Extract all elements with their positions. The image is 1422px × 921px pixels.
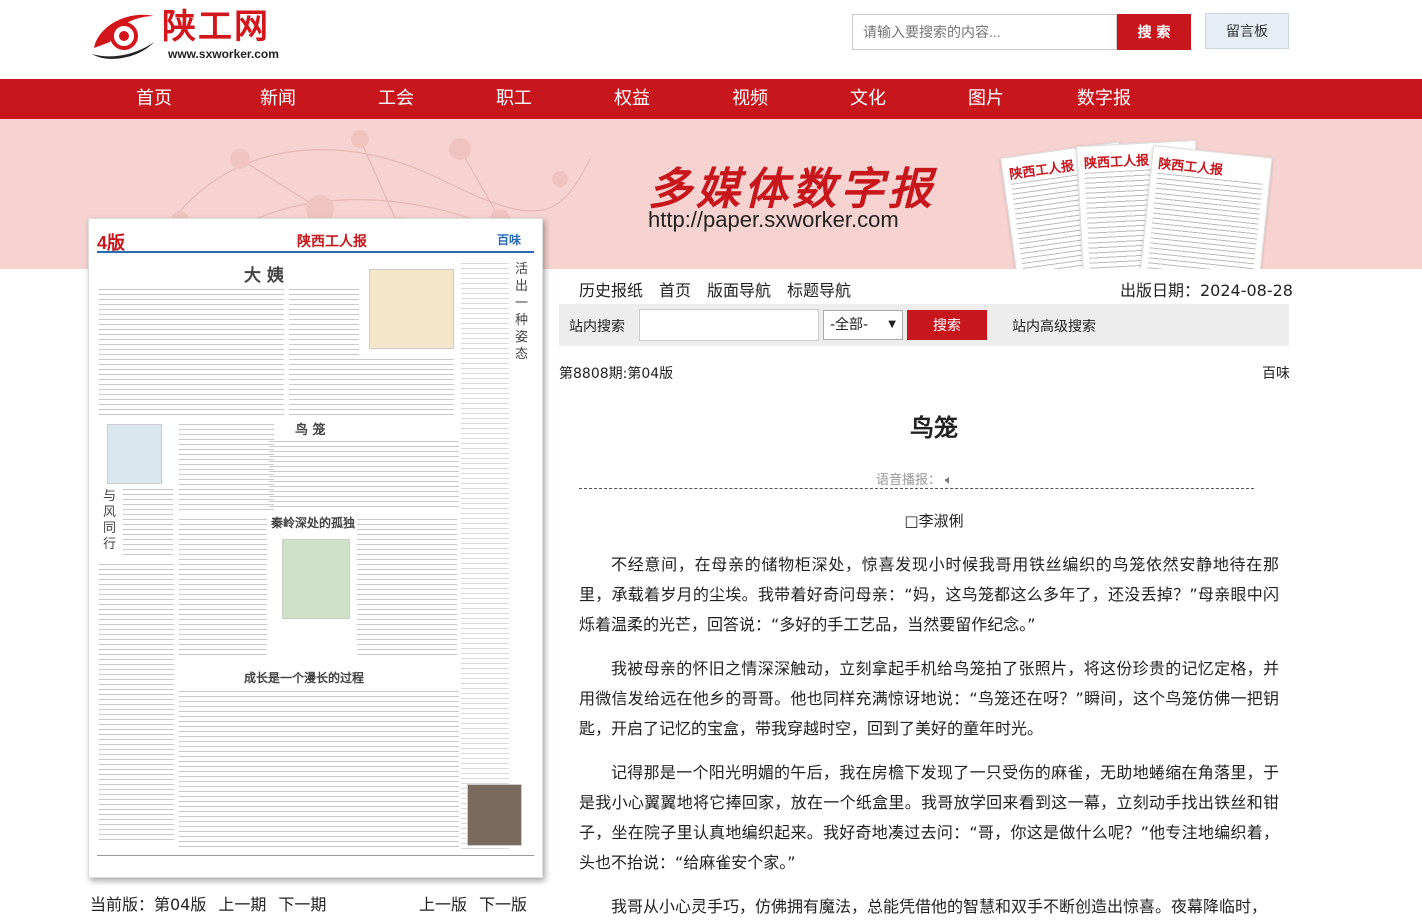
np-text-block [99, 564, 174, 844]
article-paragraph: 我哥从小心灵手巧，仿佛拥有魔法，总能凭借他的智慧和双手不断创造出惊喜。夜幕降临时… [611, 897, 1268, 916]
np-text-block [179, 424, 274, 514]
column-label: 百味 [1262, 366, 1290, 382]
article-author: □李淑俐 [904, 512, 964, 530]
nav-item-culture[interactable]: 文化 [850, 79, 886, 119]
site-header: 陕工网 www.sxworker.com 搜 索 留言板 [0, 0, 1422, 79]
np-photo [467, 784, 522, 846]
title-navigation-link[interactable]: 标题导航 [787, 281, 851, 300]
article-paragraph: 记得那是一个阳光明媚的午后，我在房檐下发现了一只受伤的麻雀，无助地蜷缩在角落里，… [579, 763, 1279, 872]
next-page-link[interactable]: 下一版 [479, 895, 527, 914]
speaker-icon[interactable]: 🔈︎ [945, 473, 953, 488]
newspaper-masthead: 陕西工人报 [297, 234, 367, 250]
newspaper-stack-graphic: 陕西工人报 陕西工人报 陕西工人报 [1000, 137, 1280, 269]
scope-select-value: -全部- [830, 317, 869, 333]
page-navigation-link[interactable]: 版面导航 [707, 281, 771, 300]
nav-item-video[interactable]: 视频 [732, 79, 768, 119]
nav-item-pictures[interactable]: 图片 [968, 79, 1004, 119]
np-text-block [289, 359, 454, 419]
site-search-bar: 站内搜索 -全部- ▼ 搜索 站内高级搜索 [559, 304, 1289, 346]
np-headline-qinling[interactable]: 秦岭深处的孤独 [271, 514, 355, 531]
nav-item-rights[interactable]: 权益 [614, 79, 650, 119]
np-headline-dayi[interactable]: 大 姨 [244, 261, 284, 286]
site-logo[interactable]: 陕工网 www.sxworker.com [88, 6, 288, 64]
article-title: 鸟笼 [910, 414, 958, 442]
epaper-toolbar: 历史报纸 首页 版面导航 标题导航 [579, 277, 867, 301]
np-text-block [179, 691, 459, 851]
site-search-button[interactable]: 搜索 [907, 310, 987, 340]
newspaper-page-header: 4版 陕西工人报 百味 [97, 229, 534, 253]
banner-url[interactable]: http://paper.sxworker.com [648, 207, 899, 233]
logo-url: www.sxworker.com [168, 47, 279, 61]
prev-page-link[interactable]: 上一版 [419, 895, 467, 914]
np-illustration [369, 269, 454, 349]
chevron-down-icon: ▼ [888, 319, 896, 330]
next-issue-link[interactable]: 下一期 [278, 895, 326, 914]
np-vertical-title[interactable]: 与风同行 [103, 489, 117, 553]
np-illustration [107, 424, 162, 484]
paper-sheet: 陕西工人报 [1137, 145, 1273, 269]
nav-item-workers[interactable]: 职工 [496, 79, 532, 119]
np-photo [282, 539, 350, 619]
np-text-block [179, 519, 267, 659]
tts-label: 语音播报： [876, 473, 942, 488]
newspaper-section-label: 百味 [497, 233, 522, 247]
publish-date: 出版日期：2024-08-28 [1120, 281, 1293, 300]
newspaper-page-number: 4版 [97, 233, 126, 253]
tts-control[interactable]: 语音播报： 🔈︎ [876, 469, 953, 488]
search-input[interactable] [852, 14, 1117, 50]
nav-item-union[interactable]: 工会 [378, 79, 414, 119]
logo-text: 陕工网 [162, 7, 270, 47]
main-nav: 首页 新闻 工会 职工 权益 视频 文化 图片 数字报 [0, 79, 1422, 119]
article-body: 不经意间，在母亲的储物柜深处，惊喜发现小时候我哥用铁丝编织的鸟笼依然安静地待在那… [579, 550, 1279, 921]
article-paragraph: 不经意间，在母亲的储物柜深处，惊喜发现小时候我哥用铁丝编织的鸟笼依然安静地待在那… [579, 555, 1279, 634]
np-text-block [123, 489, 173, 559]
epaper-home-link[interactable]: 首页 [659, 281, 691, 300]
np-side-column-title[interactable]: 活出一种姿态 [515, 261, 528, 363]
paper-masthead: 陕西工人报 [1083, 153, 1150, 172]
prev-issue-link[interactable]: 上一期 [218, 895, 266, 914]
newspaper-page-image[interactable]: 4版 陕西工人报 百味 大 姨 活出一种姿态 与风同行 鸟 笼 秦岭深处的孤独 … [88, 218, 543, 878]
nav-item-epaper[interactable]: 数字报 [1077, 79, 1131, 119]
search-button[interactable]: 搜 索 [1117, 14, 1191, 50]
np-text-block [269, 441, 459, 511]
title-divider [579, 488, 1254, 489]
history-papers-link[interactable]: 历史报纸 [579, 281, 643, 300]
issue-label: 第8808期:第04版 [559, 366, 674, 382]
np-headline-niaolong[interactable]: 鸟 笼 [295, 419, 326, 438]
np-text-block [461, 263, 509, 853]
nav-item-news[interactable]: 新闻 [260, 79, 296, 119]
np-text-block [357, 519, 457, 659]
np-text-block [99, 289, 284, 419]
np-footer-rule [97, 855, 534, 856]
site-search-scope-select[interactable]: -全部- ▼ [823, 310, 903, 340]
page-nav-pages: 上一版 下一版 [419, 891, 539, 915]
current-page-label: 当前版：第04版 [90, 895, 207, 914]
advanced-search-link[interactable]: 站内高级搜索 [1012, 316, 1096, 336]
np-headline-chengzhang[interactable]: 成长是一个漫长的过程 [244, 669, 364, 686]
guestbook-button[interactable]: 留言板 [1205, 13, 1289, 49]
article-paragraph: 我被母亲的怀旧之情深深触动，立刻拿起手机给鸟笼拍了张照片，将这份珍贵的记忆定格，… [579, 659, 1279, 738]
site-search-label: 站内搜索 [569, 319, 625, 335]
page-nav-current: 当前版：第04版 上一期 下一期 [90, 891, 338, 915]
logo-swoosh-icon [92, 14, 154, 59]
site-search-input[interactable] [639, 309, 819, 341]
nav-item-home[interactable]: 首页 [136, 79, 172, 119]
